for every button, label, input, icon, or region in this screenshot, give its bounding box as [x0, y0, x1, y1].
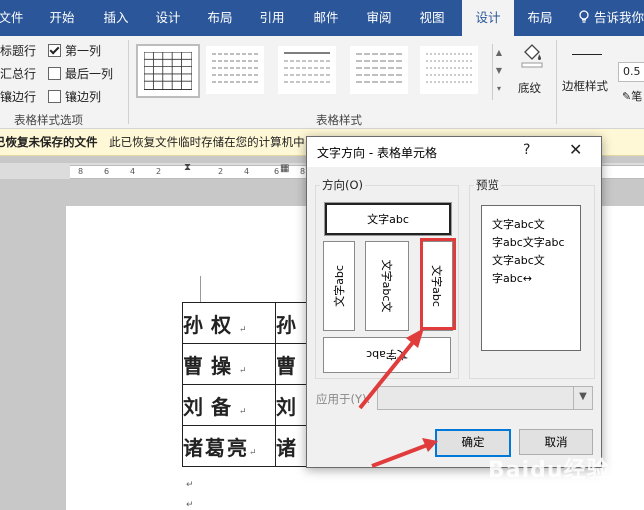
watermark-logo: Baidu经验 — [488, 458, 610, 483]
red-arrow-icon — [371, 438, 438, 468]
red-arrow-icon — [358, 328, 424, 410]
annotation-arrows — [358, 328, 438, 468]
